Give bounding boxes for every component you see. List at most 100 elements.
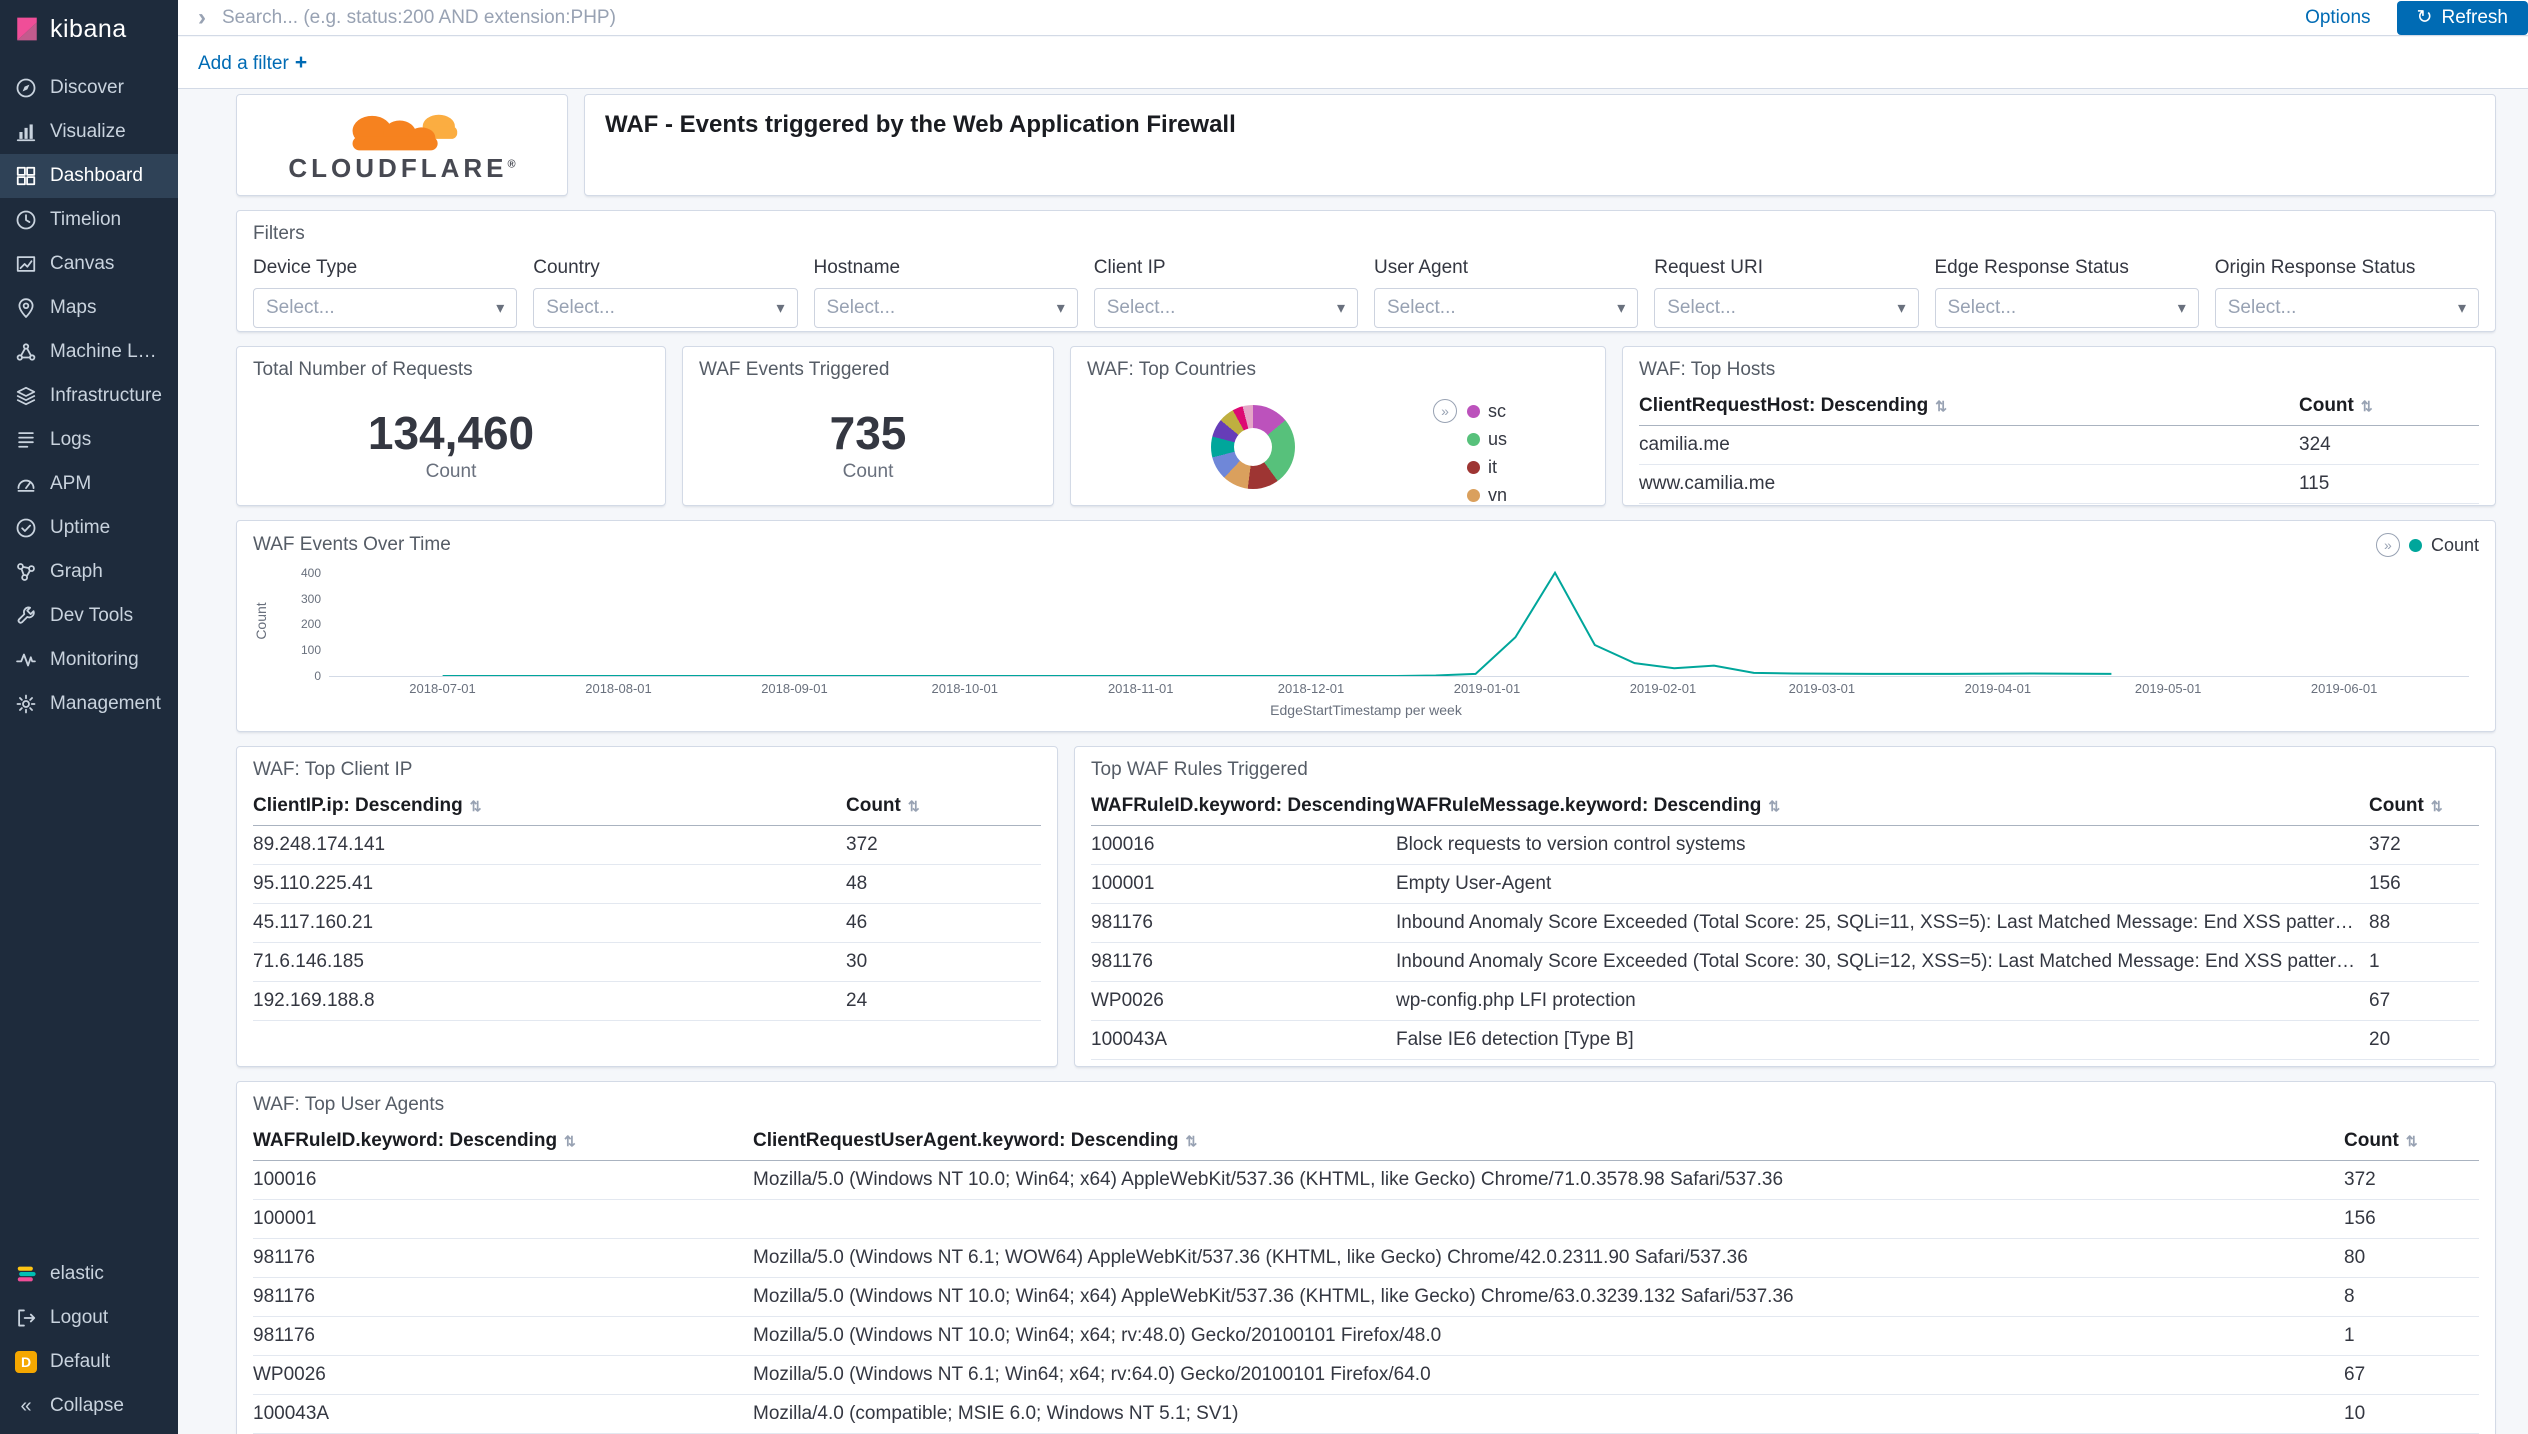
- filter-select-device-type[interactable]: Select...▾: [253, 288, 517, 328]
- top-hosts-table: ClientRequestHost: Descending⇅Count⇅cami…: [1623, 387, 2495, 505]
- timelion-icon: [15, 209, 37, 231]
- sort-icon[interactable]: ⇅: [470, 798, 482, 814]
- table-cell: 981176: [253, 1278, 753, 1317]
- sidebar-item-label: elastic: [50, 1263, 104, 1285]
- sidebar-item-logs[interactable]: Logs: [0, 418, 178, 462]
- legend-label[interactable]: Count: [2431, 535, 2479, 556]
- sidebar-item-graph[interactable]: Graph: [0, 550, 178, 594]
- panel-top-user-agents: WAF: Top User Agents WAFRuleID.keyword: …: [236, 1081, 2496, 1434]
- table-row: 100043AFalse IE6 detection [Type B]20: [1091, 1021, 2479, 1060]
- table-cell: 981176: [1091, 943, 1396, 982]
- legend-item[interactable]: it: [1467, 457, 1587, 478]
- sidebar-item-elastic[interactable]: elastic: [0, 1252, 178, 1296]
- sidebar-item-collapse[interactable]: « Collapse: [0, 1384, 178, 1428]
- sort-icon[interactable]: ⇅: [2406, 1133, 2418, 1149]
- column-header[interactable]: Count⇅: [2369, 787, 2479, 826]
- filter-select-country[interactable]: Select...▾: [533, 288, 797, 328]
- sidebar-item-logout[interactable]: Logout: [0, 1296, 178, 1340]
- table-cell: WP0026: [1091, 982, 1396, 1021]
- sort-icon[interactable]: ⇅: [2431, 798, 2443, 814]
- x-axis-tick: 2019-03-01: [1789, 681, 1856, 696]
- column-header[interactable]: WAFRuleID.keyword: Descending⇅: [1091, 787, 1396, 826]
- table-cell: WP0026: [253, 1356, 753, 1395]
- legend-items: sc us it vn: [1467, 401, 1587, 506]
- legend-more-icon[interactable]: »: [1433, 399, 1457, 423]
- refresh-button[interactable]: ↻ Refresh: [2397, 1, 2528, 35]
- filter-select-edge-response-status[interactable]: Select...▾: [1935, 288, 2199, 328]
- sidebar-item-monitoring[interactable]: Monitoring: [0, 638, 178, 682]
- options-link[interactable]: Options: [2305, 7, 2370, 29]
- table-cell: Mozilla/5.0 (Windows NT 6.1; Win64; x64;…: [753, 1356, 2344, 1395]
- table-row: 981176Inbound Anomaly Score Exceeded (To…: [1091, 904, 2479, 943]
- sort-icon[interactable]: ⇅: [908, 798, 920, 814]
- sidebar-item-management[interactable]: Management: [0, 682, 178, 726]
- query-bar: › Options ↻ Refresh: [178, 0, 2528, 36]
- sidebar-item-canvas[interactable]: Canvas: [0, 242, 178, 286]
- sidebar-item-timelion[interactable]: Timelion: [0, 198, 178, 242]
- kibana-logo[interactable]: kibana: [0, 0, 178, 58]
- legend-item[interactable]: sc: [1467, 401, 1587, 422]
- panel-top-countries: WAF: Top Countries » scusitvn: [1070, 346, 1606, 506]
- table-cell: 100001: [1091, 865, 1396, 904]
- sidebar-item-label: Canvas: [50, 253, 114, 275]
- sort-icon[interactable]: ⇅: [1935, 398, 1947, 414]
- table-cell: 324: [2299, 426, 2479, 465]
- column-header[interactable]: Count⇅: [846, 787, 1041, 826]
- table-cell: 100001: [253, 1200, 753, 1239]
- table-cell: 8: [2344, 1278, 2479, 1317]
- sidebar-item-machine-learning[interactable]: Machine Le...: [0, 330, 178, 374]
- sidebar-item-label: APM: [50, 473, 91, 495]
- table-row: 100043AMozilla/4.0 (compatible; MSIE 6.0…: [253, 1395, 2479, 1434]
- sidebar-item-visualize[interactable]: Visualize: [0, 110, 178, 154]
- table-cell: 48: [846, 865, 1041, 904]
- sort-icon[interactable]: ⇅: [1185, 1133, 1197, 1149]
- filter-field: HostnameSelect...▾: [814, 257, 1078, 328]
- countries-donut-chart[interactable]: [1211, 405, 1295, 489]
- column-header[interactable]: ClientRequestHost: Descending⇅: [1639, 387, 2299, 426]
- legend-dot: [1467, 461, 1480, 474]
- filter-select-origin-response-status[interactable]: Select...▾: [2215, 288, 2479, 328]
- sidebar-item-default-space[interactable]: D Default: [0, 1340, 178, 1384]
- sidebar-item-dashboard[interactable]: Dashboard: [0, 154, 178, 198]
- column-header[interactable]: WAFRuleID.keyword: Descending⇅: [253, 1122, 753, 1161]
- sidebar-item-label: Infrastructure: [50, 385, 162, 407]
- add-filter-link[interactable]: Add a filter+: [198, 51, 307, 75]
- filter-field: Edge Response StatusSelect...▾: [1935, 257, 2199, 328]
- legend-label: sc: [1488, 401, 1506, 422]
- sidebar-item-apm[interactable]: APM: [0, 462, 178, 506]
- column-header[interactable]: Count⇅: [2344, 1122, 2479, 1161]
- legend-more-icon[interactable]: »: [2376, 533, 2400, 557]
- column-header[interactable]: ClientRequestUserAgent.keyword: Descendi…: [753, 1122, 2344, 1161]
- sidebar-item-maps[interactable]: Maps: [0, 286, 178, 330]
- sidebar-item-uptime[interactable]: Uptime: [0, 506, 178, 550]
- column-header[interactable]: ClientIP.ip: Descending⇅: [253, 787, 846, 826]
- legend-dot: [1467, 433, 1480, 446]
- table-row: 100016Block requests to version control …: [1091, 826, 2479, 865]
- sidebar-item-infrastructure[interactable]: Infrastructure: [0, 374, 178, 418]
- filter-select-user-agent[interactable]: Select...▾: [1374, 288, 1638, 328]
- x-axis-tick: 2018-08-01: [585, 681, 652, 696]
- table-cell: 372: [2369, 826, 2479, 865]
- legend-item[interactable]: us: [1467, 429, 1587, 450]
- cloudflare-wordmark-text: CLOUDFLARE: [288, 153, 507, 183]
- sidebar-item-dev-tools[interactable]: Dev Tools: [0, 594, 178, 638]
- filter-select-hostname[interactable]: Select...▾: [814, 288, 1078, 328]
- sort-icon[interactable]: ⇅: [2361, 398, 2373, 414]
- column-header[interactable]: Count⇅: [2299, 387, 2479, 426]
- search-input[interactable]: [222, 7, 2279, 29]
- sidebar-item-label: Dashboard: [50, 165, 143, 187]
- sidebar-item-discover[interactable]: Discover: [0, 66, 178, 110]
- panel-top-client-ip: WAF: Top Client IP ClientIP.ip: Descendi…: [236, 746, 1058, 1067]
- sort-icon[interactable]: ⇅: [564, 1133, 576, 1149]
- column-header[interactable]: WAFRuleMessage.keyword: Descending⇅: [1396, 787, 2369, 826]
- top-client-ip-table: ClientIP.ip: Descending⇅Count⇅89.248.174…: [237, 787, 1057, 1066]
- filter-select-client-ip[interactable]: Select...▾: [1094, 288, 1358, 328]
- legend-item[interactable]: vn: [1467, 485, 1587, 506]
- filter-select-request-uri[interactable]: Select...▾: [1654, 288, 1918, 328]
- table-cell: 24: [846, 982, 1041, 1021]
- table-row: www.camilia.me115: [1639, 465, 2479, 504]
- machine-learning-icon: [15, 341, 37, 363]
- top-user-agents-table: WAFRuleID.keyword: Descending⇅ClientRequ…: [237, 1122, 2495, 1434]
- filter-label: Request URI: [1654, 257, 1918, 279]
- sort-icon[interactable]: ⇅: [1768, 798, 1780, 814]
